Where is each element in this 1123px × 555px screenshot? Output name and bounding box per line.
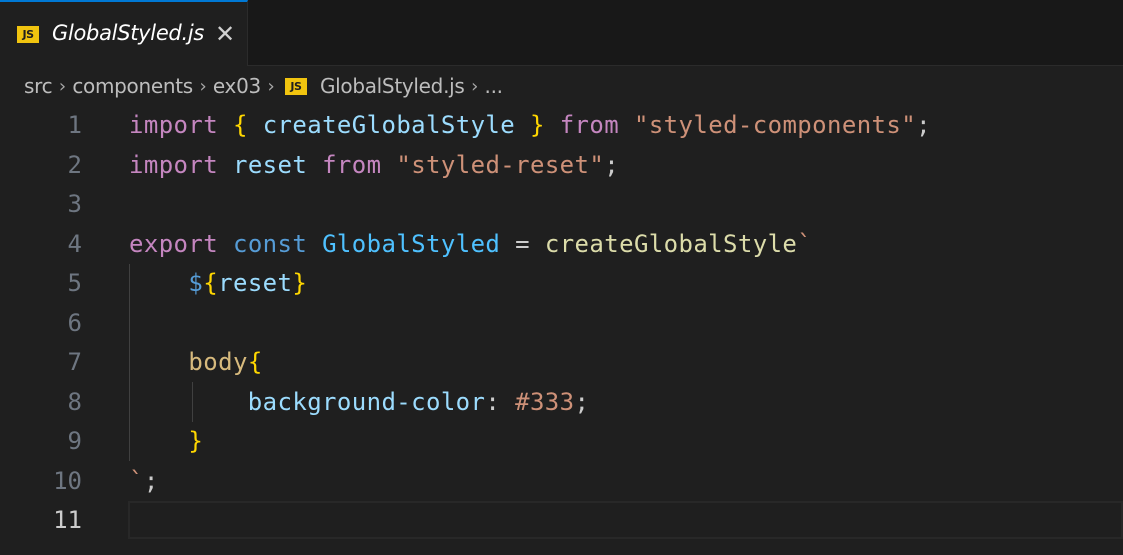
chevron-right-icon: › [58, 75, 66, 97]
code-text: background-color: #333; [129, 383, 589, 422]
code-line[interactable]: 3 [0, 185, 1123, 225]
code-line[interactable]: 9 } [0, 422, 1123, 462]
code-text: `; [129, 462, 159, 501]
code-text: export const GlobalStyled = createGlobal… [129, 225, 812, 264]
line-number: 1 [67, 111, 82, 139]
line-number: 4 [67, 229, 82, 258]
line-number: 6 [67, 308, 82, 337]
code-token: "styled-components" [633, 111, 917, 139]
code-token: { [247, 348, 263, 376]
tab-globalstyled-js[interactable]: JS GlobalStyled.js ✕ [0, 0, 248, 66]
code-token: "styled-reset" [396, 150, 605, 179]
code-token: GlobalStyled [322, 229, 501, 258]
code-line[interactable]: 7 body{ [0, 343, 1123, 383]
breadcrumb-item-ex03[interactable]: ex03 [213, 74, 261, 98]
code-text: ${reset} [129, 264, 307, 303]
code-text: import reset from "styled-reset"; [129, 146, 619, 185]
line-number: 5 [67, 269, 82, 297]
code-line[interactable]: 8 background-color: #333; [0, 383, 1123, 423]
breadcrumb-item-symbols[interactable]: ... [485, 74, 503, 98]
chevron-right-icon: › [471, 75, 478, 97]
code-token: ` [129, 466, 144, 495]
code-token: : [485, 387, 516, 416]
line-number: 10 [53, 466, 82, 495]
breadcrumb-item-file[interactable]: GlobalStyled.js [320, 74, 465, 98]
chevron-right-icon: › [267, 75, 275, 97]
code-line[interactable]: 2 import reset from "styled-reset"; [0, 146, 1123, 186]
breadcrumb: src › components › ex03 › JS GlobalStyle… [24, 71, 503, 101]
code-token: const [232, 229, 308, 258]
line-number: 8 [67, 387, 82, 416]
code-text: import { createGlobalStyle } from "style… [129, 106, 931, 145]
code-token: { [203, 269, 219, 297]
code-token: { [232, 111, 248, 139]
line-number: 3 [67, 190, 82, 218]
code-token: } [529, 111, 545, 139]
code-token: import [129, 150, 219, 179]
code-token: reset [232, 150, 308, 179]
code-token: ; [574, 387, 590, 416]
code-line[interactable]: 5 ${reset} [0, 264, 1123, 304]
code-token: createGlobalStyle [262, 111, 516, 139]
code-token: from [322, 150, 382, 179]
code-token: background-color [247, 387, 486, 416]
code-token: } [188, 427, 204, 455]
code-line[interactable]: 4 export const GlobalStyled = createGloba… [0, 225, 1123, 265]
code-line[interactable]: 11 [0, 501, 1123, 541]
code-token: ; [143, 466, 159, 495]
editor-tab-bar: JS GlobalStyled.js ✕ [0, 0, 1123, 66]
code-token: ; [604, 150, 620, 179]
close-icon[interactable]: ✕ [213, 20, 237, 48]
breadcrumb-item-components[interactable]: components [72, 74, 193, 98]
breadcrumb-item-src[interactable]: src [24, 74, 53, 98]
breadcrumb-file-icon: JS [284, 77, 307, 95]
line-number: 9 [67, 427, 82, 455]
code-token: createGlobalStyle [544, 229, 798, 258]
code-token: export [129, 229, 219, 258]
code-token: from [559, 111, 620, 139]
code-line[interactable]: 10 `; [0, 462, 1123, 502]
code-text: } [129, 422, 203, 461]
code-token: = [500, 229, 545, 258]
code-editor[interactable]: 1 import { createGlobalStyle } from "styl… [0, 106, 1123, 555]
code-token: #333 [515, 387, 575, 416]
line-number: 11 [53, 506, 82, 534]
chevron-right-icon: › [199, 75, 207, 97]
code-token: import [129, 111, 219, 139]
code-token: } [292, 269, 308, 297]
tab-title: GlobalStyled.js [52, 21, 205, 45]
code-line[interactable]: 6 [0, 304, 1123, 344]
code-token: ` [797, 229, 813, 258]
line-number: 7 [67, 348, 82, 376]
code-token: $ [188, 269, 204, 297]
javascript-file-icon: JS [284, 77, 307, 95]
code-token: reset [218, 269, 293, 297]
line-number: 2 [67, 150, 82, 179]
code-token: ; [916, 111, 931, 139]
code-text: body{ [129, 343, 263, 382]
code-line[interactable]: 1 import { createGlobalStyle } from "styl… [0, 106, 1123, 146]
code-token: body [188, 348, 248, 376]
javascript-file-icon: JS [17, 26, 39, 43]
